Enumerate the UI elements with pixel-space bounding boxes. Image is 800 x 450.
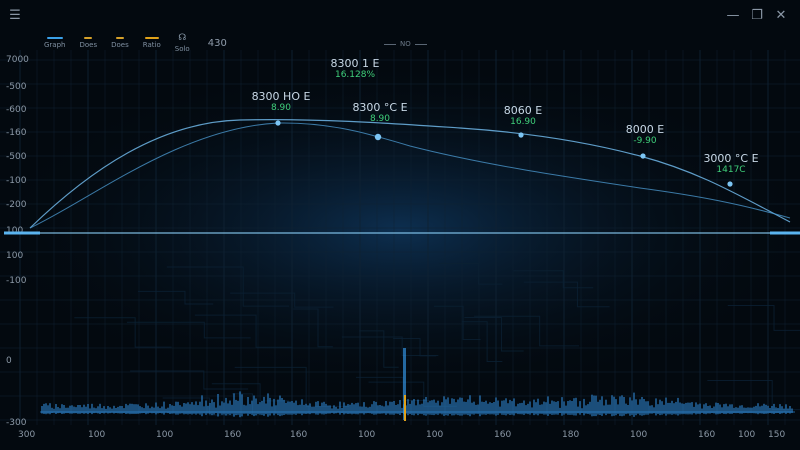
eq-band-node[interactable] xyxy=(640,153,646,159)
band-label[interactable]: 8300 °C E 8.90 xyxy=(352,101,407,124)
band-frequency: 8300 1 E xyxy=(330,57,380,70)
audio-visualizer-window: ☰ — ❐ ✕ Graph Does Does Ratio ☊ Solo 430… xyxy=(0,0,800,450)
band-label[interactable]: 8300 HO E 8.90 xyxy=(252,90,311,113)
eq-band-node[interactable] xyxy=(275,120,281,126)
overview-waveform[interactable] xyxy=(41,391,793,418)
band-gain: 16.90 xyxy=(510,117,536,127)
band-frequency: 3000 °C E xyxy=(703,152,759,165)
band-gain: 8.90 xyxy=(270,103,292,113)
waveform-plot[interactable] xyxy=(0,0,800,450)
main-waveform xyxy=(29,115,781,364)
band-gain: -9.90 xyxy=(633,136,657,146)
band-label[interactable]: 8300 1 E 16.128% xyxy=(331,57,380,80)
band-label[interactable]: 8060 E 16.90 xyxy=(504,104,542,127)
band-label[interactable]: 8000 E -9.90 xyxy=(626,123,664,146)
eq-band-node[interactable] xyxy=(518,132,524,138)
band-gain: 8.90 xyxy=(369,114,391,124)
band-label[interactable]: 3000 °C E 1417C xyxy=(703,152,758,175)
band-frequency: 8000 E xyxy=(625,123,665,136)
eq-band-node[interactable] xyxy=(374,133,382,141)
band-frequency: 8300 HO E xyxy=(251,90,311,103)
band-gain: 16.128% xyxy=(334,70,376,80)
band-frequency: 8300 °C E xyxy=(352,101,408,114)
eq-band-node[interactable] xyxy=(727,181,733,187)
playhead-marker[interactable] xyxy=(404,395,406,421)
band-frequency: 8060 E xyxy=(503,104,543,117)
band-gain: 1417C xyxy=(716,165,746,175)
